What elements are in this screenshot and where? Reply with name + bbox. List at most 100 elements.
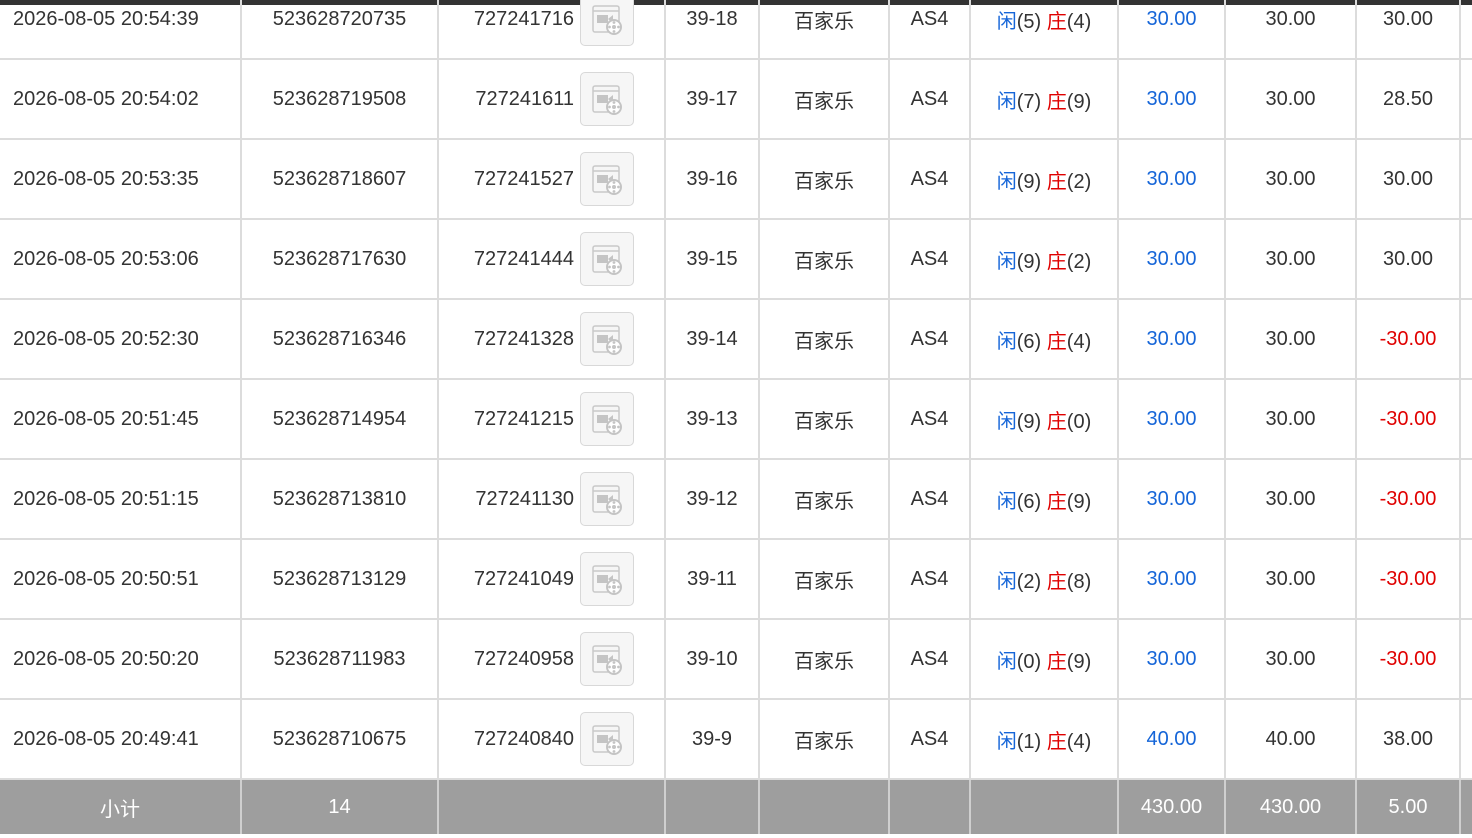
shoe-hand: 39-14 — [686, 327, 738, 350]
bet-time-cell: 2026-08-05 20:53:35 — [0, 139, 242, 220]
shoe-hand: 39-17 — [686, 87, 738, 110]
table-id: AS4 — [910, 247, 949, 270]
bet-time: 2026-08-05 20:54:39 — [13, 7, 199, 30]
bet-time: 2026-08-05 20:51:15 — [13, 487, 199, 510]
shoe-hand-cell: 39-10 — [665, 619, 760, 700]
bet-number-cell: 523628720735 — [241, 0, 439, 60]
table-row: 2026-08-05 20:49:41 523628710675 7272408… — [0, 699, 1472, 780]
bet-amount: 40.00 — [1146, 727, 1197, 750]
banker-label: 庄 — [1046, 570, 1067, 593]
player-value: (0) — [1016, 650, 1042, 673]
round-number-cell: 727241444 — [438, 219, 666, 300]
video-replay-icon[interactable] — [580, 392, 634, 446]
video-replay-icon[interactable] — [580, 712, 634, 766]
result-cell: 闲(6) 庄(9) — [970, 459, 1119, 540]
bet-number-cell: 523628714954 — [241, 379, 439, 460]
round-number: 727241328 — [473, 327, 574, 350]
game-type-cell: 百家乐 — [759, 0, 890, 60]
subtotal-empty-cell — [438, 779, 666, 834]
player-value: (9) — [1016, 250, 1042, 273]
video-replay-icon[interactable] — [580, 232, 634, 286]
valid-bet-cell: 30.00 — [1225, 59, 1357, 140]
valid-bet-cell: 30.00 — [1225, 139, 1357, 220]
bet-time: 2026-08-05 20:53:35 — [13, 167, 199, 190]
table-id: AS4 — [910, 7, 949, 30]
banker-label: 庄 — [1046, 10, 1067, 33]
player-label: 闲 — [996, 570, 1017, 593]
table-id-cell: AS4 — [889, 299, 971, 380]
subtotal-empty-cell — [759, 779, 890, 834]
banker-value: (4) — [1066, 730, 1092, 753]
valid-bet: 30.00 — [1265, 407, 1316, 430]
subtotal-count-cell: 14 — [241, 779, 439, 834]
video-replay-icon[interactable] — [580, 472, 634, 526]
round-number: 727240958 — [473, 647, 574, 670]
game-type: 百家乐 — [794, 570, 854, 593]
bet-time-cell: 2026-08-05 20:49:41 — [0, 699, 242, 780]
shoe-hand: 39-10 — [686, 647, 738, 670]
game-type-cell: 百家乐 — [759, 219, 890, 300]
banker-value: (2) — [1066, 250, 1092, 273]
valid-bet-cell: 30.00 — [1225, 0, 1357, 60]
valid-bet: 30.00 — [1265, 247, 1316, 270]
banker-value: (9) — [1066, 490, 1092, 513]
subtotal-label-cell: 小计 — [0, 779, 242, 834]
banker-value: (8) — [1066, 570, 1092, 593]
bet-time-cell: 2026-08-05 20:53:06 — [0, 219, 242, 300]
bet-records-table: 2026-08-05 20:54:39 523628720735 7272417… — [0, 0, 1472, 834]
table-row: 2026-08-05 20:51:15 523628713810 7272411… — [0, 459, 1472, 540]
valid-bet: 30.00 — [1265, 327, 1316, 350]
table-id-cell: AS4 — [889, 139, 971, 220]
bet-time: 2026-08-05 20:49:41 — [13, 727, 199, 750]
round-number-cell: 727240840 — [438, 699, 666, 780]
video-replay-icon[interactable] — [580, 552, 634, 606]
game-type: 百家乐 — [794, 10, 854, 33]
video-replay-icon[interactable] — [580, 632, 634, 686]
round-number-cell: 727241215 — [438, 379, 666, 460]
player-label: 闲 — [996, 10, 1017, 33]
valid-bet-cell: 30.00 — [1225, 379, 1357, 460]
win-loss: -30.00 — [1379, 407, 1437, 430]
banker-label: 庄 — [1046, 730, 1067, 753]
bet-time-cell: 2026-08-05 20:54:02 — [0, 59, 242, 140]
video-replay-icon[interactable] — [580, 152, 634, 206]
shoe-hand: 39-13 — [686, 407, 738, 430]
table-row: 2026-08-05 20:52:30 523628716346 7272413… — [0, 299, 1472, 380]
shoe-hand-cell: 39-14 — [665, 299, 760, 380]
round-number-cell: 727241328 — [438, 299, 666, 380]
subtotal-valid-cell: 430.00 — [1225, 779, 1357, 834]
bet-number: 523628714954 — [272, 407, 407, 430]
bet-amount: 30.00 — [1146, 167, 1197, 190]
player-value: (6) — [1016, 490, 1042, 513]
video-replay-icon[interactable] — [580, 72, 634, 126]
round-number-cell: 727241049 — [438, 539, 666, 620]
video-replay-icon[interactable] — [580, 0, 634, 46]
valid-bet: 30.00 — [1265, 647, 1316, 670]
video-replay-icon[interactable] — [580, 312, 634, 366]
banker-label: 庄 — [1046, 410, 1067, 433]
table-id: AS4 — [910, 87, 949, 110]
player-value: (6) — [1016, 330, 1042, 353]
bet-amount: 30.00 — [1146, 567, 1197, 590]
win-loss: 30.00 — [1382, 7, 1434, 30]
valid-bet-cell: 40.00 — [1225, 699, 1357, 780]
scroll-gutter — [1460, 0, 1472, 60]
player-label: 闲 — [996, 490, 1017, 513]
bet-number: 523628710675 — [272, 727, 407, 750]
table-id-cell: AS4 — [889, 539, 971, 620]
result-cell: 闲(9) 庄(2) — [970, 219, 1119, 300]
player-label: 闲 — [996, 410, 1017, 433]
round-number-cell: 727241527 — [438, 139, 666, 220]
bet-time-cell: 2026-08-05 20:51:45 — [0, 379, 242, 460]
round-number: 727241716 — [473, 7, 574, 30]
win-loss-cell: 30.00 — [1356, 139, 1461, 220]
banker-label: 庄 — [1046, 490, 1067, 513]
banker-value: (9) — [1066, 650, 1092, 673]
subtotal-label: 小计 — [100, 798, 140, 821]
bet-number: 523628713129 — [272, 567, 407, 590]
bet-amount-cell: 30.00 — [1118, 619, 1226, 700]
player-label: 闲 — [996, 170, 1017, 193]
shoe-hand: 39-16 — [686, 167, 738, 190]
valid-bet-cell: 30.00 — [1225, 219, 1357, 300]
game-type-cell: 百家乐 — [759, 59, 890, 140]
